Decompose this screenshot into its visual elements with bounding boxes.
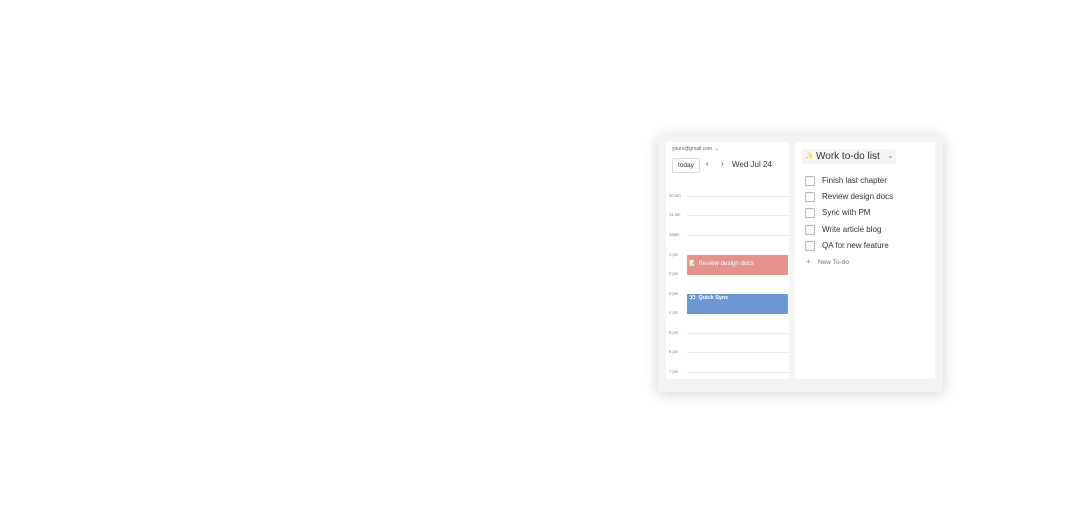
hour-label: 10 am xyxy=(669,193,681,198)
hour-divider xyxy=(687,352,789,353)
hour-row[interactable]: 6 pm xyxy=(666,349,789,354)
todo-label: QA for new feature xyxy=(822,241,889,250)
todo-checkbox[interactable] xyxy=(805,208,815,218)
new-todo-label: New To-do xyxy=(818,259,849,266)
calendar-event-review[interactable]: 📝 Review design docs xyxy=(687,255,788,275)
hour-label: 6 pm xyxy=(669,349,679,354)
todo-item[interactable]: Review design docs xyxy=(805,192,930,204)
hour-divider xyxy=(687,333,789,334)
hour-row[interactable]: 12pm xyxy=(666,232,789,237)
todo-checkbox[interactable] xyxy=(805,225,815,235)
hour-label: 2 pm xyxy=(669,271,679,276)
plus-icon: + xyxy=(806,257,811,266)
hour-row[interactable]: 10 am xyxy=(666,193,789,198)
todo-label: Write article blog xyxy=(822,225,882,234)
todo-label: Review design docs xyxy=(822,192,894,201)
eyes-icon: 👀 xyxy=(689,295,696,301)
todo-item[interactable]: Finish last chapter xyxy=(805,176,930,188)
chevron-left-icon[interactable]: ‹ xyxy=(706,159,709,169)
todo-item[interactable]: QA for new feature xyxy=(805,241,930,253)
hour-label: 5 pm xyxy=(669,330,679,335)
todo-panel: ✨ Work to-do list ⌄ Finish last chapter … xyxy=(795,142,935,379)
hour-row[interactable]: 5 pm xyxy=(666,330,789,335)
chevron-down-icon: ⌄ xyxy=(714,146,719,152)
todo-item[interactable]: Write article blog xyxy=(805,225,930,237)
hour-divider xyxy=(687,235,789,236)
sparkles-icon: ✨ xyxy=(805,153,814,160)
calendar-panel: yours@gmail.com ⌄ today ‹ › Wed Jul 24 1… xyxy=(666,142,789,379)
account-email: yours@gmail.com xyxy=(672,146,713,152)
todo-label: Finish last chapter xyxy=(822,176,887,185)
hour-divider xyxy=(687,372,789,373)
todo-checkbox[interactable] xyxy=(805,192,815,202)
list-selector[interactable]: ✨ Work to-do list ⌄ xyxy=(802,149,896,164)
hour-label: 7 pm xyxy=(669,369,679,374)
chevron-right-icon[interactable]: › xyxy=(721,159,724,169)
hour-label: 11 am xyxy=(669,212,681,217)
event-title: Review design docs xyxy=(698,260,754,267)
todo-checkbox[interactable] xyxy=(805,176,815,186)
hour-label: 4 pm xyxy=(669,310,679,315)
hour-row[interactable]: 11 am xyxy=(666,212,789,217)
memo-icon: 📝 xyxy=(689,261,696,267)
event-title: Quick Sync xyxy=(698,295,729,301)
hour-label: 3 pm xyxy=(669,291,679,296)
hour-label: 1 pm xyxy=(669,252,679,257)
hour-row[interactable]: 7 pm xyxy=(666,369,789,374)
today-button[interactable]: today xyxy=(672,158,700,173)
chevron-down-icon[interactable]: ⌄ xyxy=(887,151,894,160)
todo-item[interactable]: Sync with PM xyxy=(805,208,930,220)
hour-divider xyxy=(687,196,789,197)
hour-divider xyxy=(687,215,789,216)
hour-label: 12pm xyxy=(669,232,680,237)
list-title: Work to-do list xyxy=(816,151,880,162)
todo-label: Sync with PM xyxy=(822,208,871,217)
calendar-event-sync[interactable]: 👀 Quick Sync xyxy=(687,294,788,314)
current-date: Wed Jul 24 xyxy=(732,160,772,169)
account-selector[interactable]: yours@gmail.com ⌄ xyxy=(672,146,719,152)
todo-checkbox[interactable] xyxy=(805,241,815,251)
